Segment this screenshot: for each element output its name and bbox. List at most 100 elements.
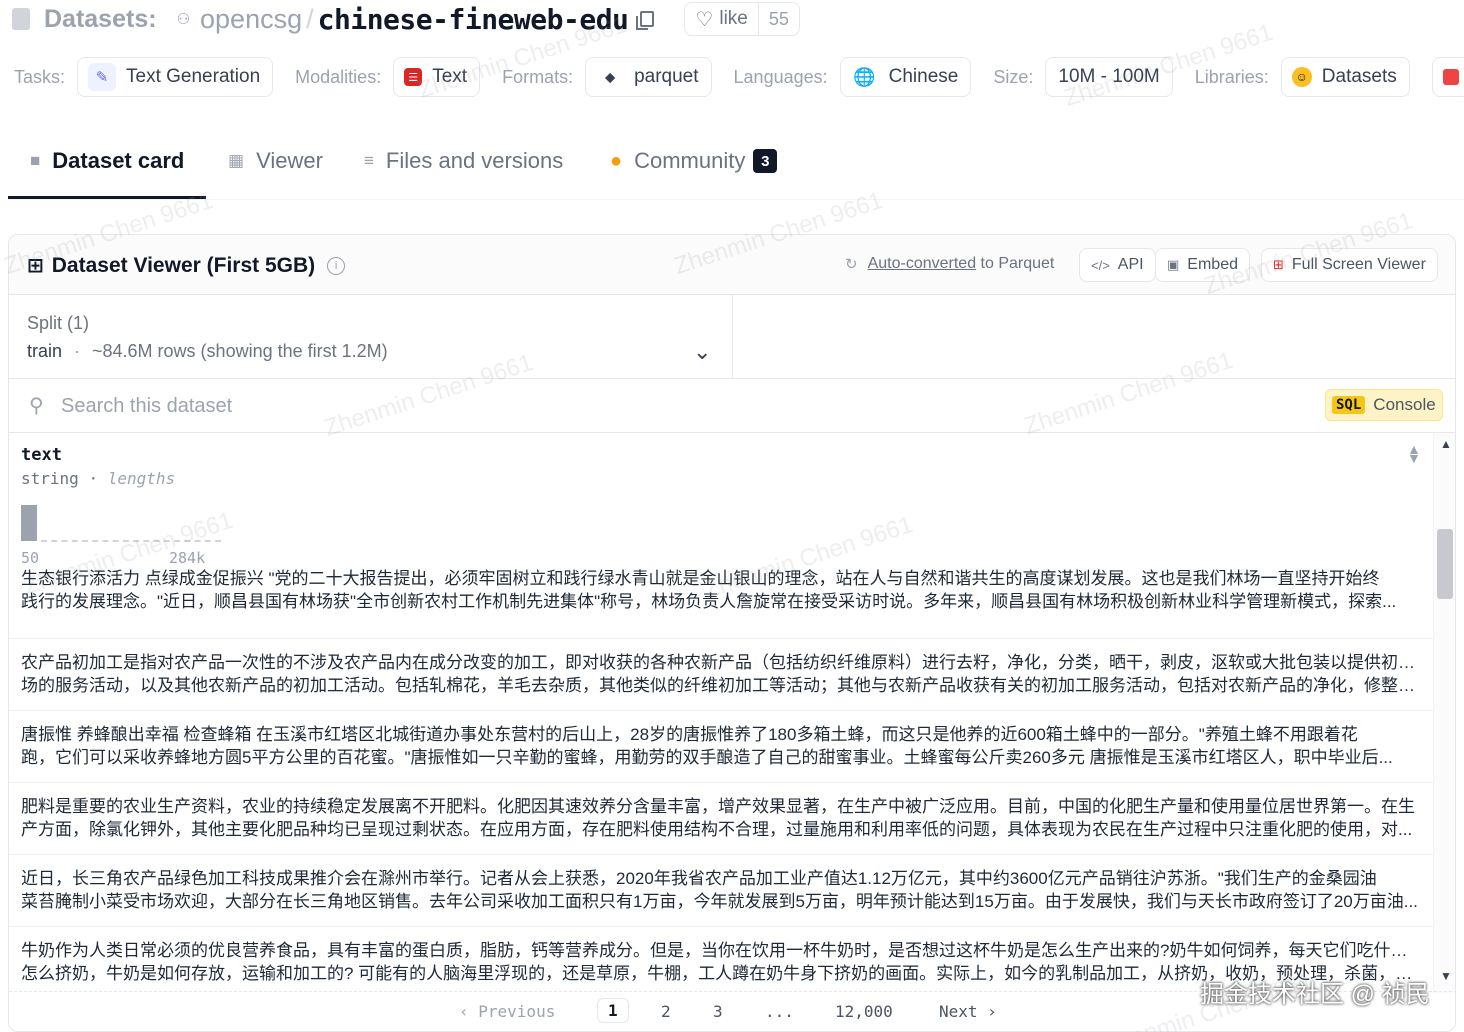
- embed-label: Embed: [1187, 256, 1238, 273]
- viewer-title-text: Dataset Viewer (First 5GB): [51, 253, 316, 277]
- dataset-owner[interactable]: opencsg: [200, 4, 302, 35]
- embed-button[interactable]: ▣ Embed: [1155, 248, 1250, 282]
- tab-viewer[interactable]: ▦ Viewer: [228, 148, 323, 174]
- like-button[interactable]: ♡ like: [685, 3, 757, 35]
- viewer-header: ⊞ Dataset Viewer (First 5GB) i ↻ Auto-co…: [9, 235, 1455, 295]
- auto-converted-link[interactable]: Auto-converted: [868, 255, 977, 273]
- tab-dataset-card-label: Dataset card: [52, 148, 185, 173]
- tag-format[interactable]: ⬥ parquet: [585, 57, 712, 97]
- api-label: API: [1117, 256, 1144, 273]
- api-button[interactable]: </> API: [1079, 248, 1156, 282]
- tab-files-label: Files and versions: [385, 148, 564, 173]
- globe-icon: 🌐: [853, 66, 876, 87]
- split-empty-area: [733, 295, 1455, 379]
- copy-icon[interactable]: [636, 11, 655, 30]
- previous-page-button[interactable]: ‹ Previous: [459, 1002, 555, 1021]
- tag-format-label: parquet: [634, 66, 699, 87]
- sort-icon[interactable]: ▲ ▼: [1407, 442, 1421, 465]
- split-selector[interactable]: Split (1) train · ~84.6M rows (showing t…: [9, 295, 733, 379]
- tag-size-label: 10M - 100M: [1058, 66, 1160, 87]
- info-icon[interactable]: i: [327, 256, 346, 275]
- tag-task-label: Text Generation: [126, 66, 261, 87]
- hugging-face-icon: ☺: [1291, 67, 1312, 87]
- datasets-prefix: Datasets:: [44, 4, 157, 33]
- page-ellipsis: ...: [765, 1002, 794, 1021]
- tag-more[interactable]: [1431, 57, 1464, 97]
- tab-files[interactable]: ≡ Files and versions: [364, 148, 563, 174]
- table-row[interactable]: 生态银行添活力 点绿成金促振兴 "党的二十大报告提出，必须牢固树立和践行绿水青山…: [9, 567, 1433, 639]
- code-icon: </>: [1091, 257, 1110, 273]
- size-label: Size:: [993, 66, 1034, 87]
- scroll-up-icon[interactable]: ▲: [1440, 437, 1452, 451]
- table-row[interactable]: 农产品初加工是指对农产品一次性的不涉及农产品内在成分改变的加工，即对收获的各种农…: [9, 639, 1433, 711]
- dataset-header: Datasets: ⚇ opencsg / chinese-fineweb-ed…: [0, 0, 1464, 38]
- tab-dataset-card[interactable]: ■ Dataset card: [30, 148, 184, 174]
- next-page-button[interactable]: Next ›: [939, 1002, 997, 1021]
- library-icon: [1442, 69, 1459, 85]
- dataset-tabs: ■ Dataset card ▦ Viewer ≡ Files and vers…: [8, 130, 1464, 200]
- table-icon: ▦: [228, 151, 245, 170]
- search-bar: ⚲ SQL Console: [9, 379, 1455, 433]
- tag-language-label: Chinese: [888, 66, 959, 87]
- like-widget: ♡ like 55: [684, 2, 800, 36]
- cell-line: 肥料是重要的农业生产资料，农业的持续稳定发展离不开肥料。化肥因其速效养分含量丰富…: [21, 797, 1415, 816]
- page-1-button[interactable]: 1: [597, 998, 629, 1023]
- tasks-label: Tasks:: [14, 66, 66, 87]
- like-count: 55: [757, 3, 799, 35]
- scrollbar-thumb[interactable]: [1437, 529, 1453, 599]
- text-modality-icon: ☰: [404, 68, 423, 86]
- dataset-tags: Tasks: ✎ Text Generation Modalities: ☰ T…: [14, 56, 1464, 98]
- histogram-min: 50: [21, 549, 40, 567]
- tab-viewer-label: Viewer: [256, 148, 323, 173]
- refresh-icon: ↻: [845, 256, 858, 273]
- grid-icon: ⊞: [27, 255, 44, 277]
- last-page-button[interactable]: 12,000: [835, 1002, 893, 1021]
- table-row[interactable]: 肥料是重要的农业生产资料，农业的持续稳定发展离不开肥料。化肥因其速效养分含量丰富…: [9, 783, 1433, 855]
- sql-console-label: Console: [1373, 395, 1436, 414]
- user-icon: ⚇: [176, 11, 191, 28]
- vertical-scrollbar[interactable]: ▲ ▼: [1433, 433, 1455, 993]
- viewer-title: ⊞ Dataset Viewer (First 5GB) i: [27, 253, 346, 278]
- sql-console-button[interactable]: SQL Console: [1325, 389, 1443, 421]
- cell-line: 产方面，除氯化钾外，其他主要化肥品种均已呈现过剩状态。在应用方面，存在肥料使用结…: [21, 820, 1413, 839]
- column-name: text: [21, 445, 62, 465]
- search-icon: ⚲: [29, 395, 44, 417]
- cell-line: 生态银行添活力 点绿成金促振兴 "党的二十大报告提出，必须牢固树立和践行绿水青山…: [21, 569, 1380, 588]
- credit-watermark: 掘金技术社区 @ 祯民: [1200, 981, 1430, 1008]
- dataset-name[interactable]: chinese-fineweb-edu: [318, 3, 629, 36]
- column-header: text string · lengths ▲ ▼ 50 284k: [9, 433, 1433, 567]
- chevron-down-icon[interactable]: ⌄: [693, 339, 711, 365]
- length-histogram[interactable]: [21, 505, 221, 545]
- column-type: string · lengths: [21, 469, 175, 488]
- files-icon: ≡: [364, 151, 374, 170]
- cell-line: 农产品初加工是指对农产品一次性的不涉及农产品内在成分改变的加工，即对收获的各种农…: [21, 653, 1421, 672]
- page-2-button[interactable]: 2: [661, 1002, 671, 1021]
- tag-size[interactable]: 10M - 100M: [1045, 57, 1173, 97]
- tag-task[interactable]: ✎ Text Generation: [77, 57, 274, 97]
- community-icon: ●: [610, 149, 623, 172]
- path-separator: /: [306, 3, 314, 34]
- tag-modality[interactable]: ☰ Text: [393, 57, 481, 97]
- tag-modality-label: Text: [432, 66, 468, 87]
- histogram-bar[interactable]: [21, 505, 37, 541]
- auto-converted-note: ↻ Auto-converted to Parquet: [845, 255, 1054, 273]
- scroll-down-icon[interactable]: ▼: [1440, 969, 1452, 983]
- column-type-sep: ·: [88, 469, 99, 488]
- cell-line: 践行的发展理念。"近日，顺昌县国有林场获"全市创新农村工作机制先进集体"称号，林…: [21, 592, 1397, 611]
- sql-badge: SQL: [1332, 396, 1366, 414]
- dataset-card-icon: ■: [30, 151, 41, 170]
- tag-language[interactable]: 🌐 Chinese: [839, 57, 972, 97]
- tab-community[interactable]: ● Community 3: [610, 148, 778, 174]
- histogram-baseline: [41, 540, 221, 542]
- full-screen-button[interactable]: ⊞ Full Screen Viewer: [1261, 248, 1438, 282]
- cell-line: 场的服务活动，以及其他农新产品的初加工活动。包括轧棉花，羊毛去杂质，其他类似的纤…: [21, 676, 1421, 695]
- table-row[interactable]: 近日，长三角农产品绿色加工科技成果推介会在滁州市举行。记者从会上获悉，2020年…: [9, 855, 1433, 927]
- split-current: train · ~84.6M rows (showing the first 1…: [27, 341, 388, 362]
- tag-library[interactable]: ☺ Datasets: [1280, 57, 1410, 97]
- rows-area: 生态银行添活力 点绿成金促振兴 "党的二十大报告提出，必须牢固树立和践行绿水青山…: [9, 567, 1433, 987]
- like-label: like: [719, 8, 748, 29]
- table-red-icon: ⊞: [1273, 257, 1284, 272]
- page-3-button[interactable]: 3: [713, 1002, 723, 1021]
- table-row[interactable]: 唐振惟 养蜂酿出幸福 检查蜂箱 在玉溪市红塔区北城街道办事处东营村的后山上，28…: [9, 711, 1433, 783]
- search-input[interactable]: [61, 391, 661, 421]
